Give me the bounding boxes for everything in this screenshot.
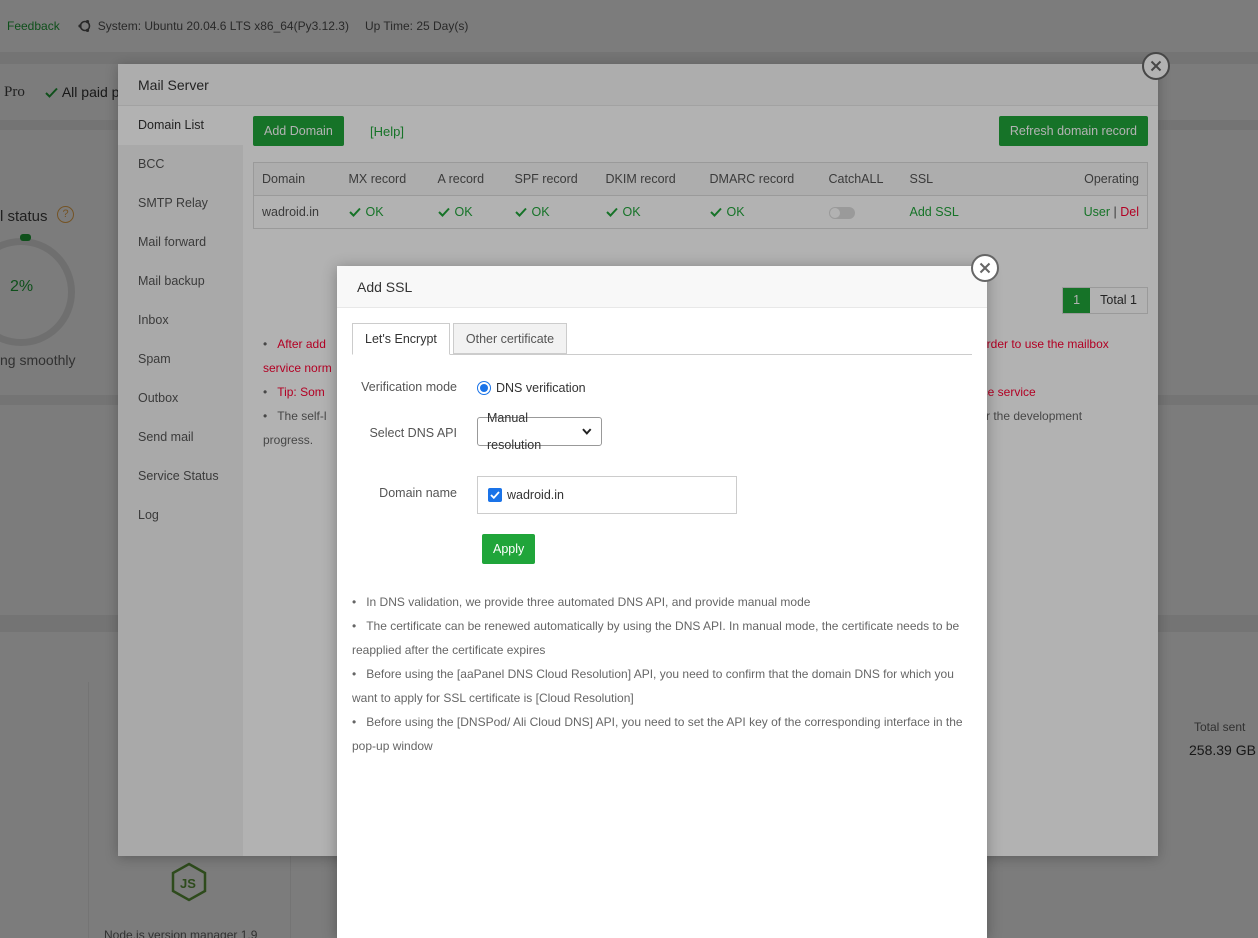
dns-api-select[interactable]: Manual resolution [477,411,602,452]
close-icon [979,262,991,274]
list-item: In DNS validation, we provide three auto… [352,590,972,614]
dns-verification-label: DNS verification [496,381,586,395]
apply-button[interactable]: Apply [482,534,536,564]
list-item: Before using the [aaPanel DNS Cloud Reso… [352,662,972,710]
add-ssl-title: Add SSL [337,266,987,308]
dns-api-label: Select DNS API [369,426,457,440]
list-item: Before using the [DNSPod/ Ali Cloud DNS]… [352,710,972,758]
domain-list-box: wadroid.in [477,476,737,514]
list-item: The certificate can be renewed automatic… [352,614,972,662]
ssl-tips-list: In DNS validation, we provide three auto… [352,590,972,758]
dns-api-value: Manual resolution [487,410,542,452]
check-icon [490,491,500,499]
dns-verification-radio[interactable]: DNS verification [477,381,586,395]
add-ssl-close-button[interactable] [971,254,999,282]
domain-name-label: Domain name [379,486,457,500]
domain-checkbox[interactable] [488,488,502,502]
tab-other-certificate[interactable]: Other certificate [452,323,568,354]
tab-lets-encrypt[interactable]: Let's Encrypt [352,323,450,355]
radio-checked[interactable] [477,381,491,395]
add-ssl-modal: Add SSL Let's Encrypt Other certificate … [337,266,987,938]
domain-checkbox-label: wadroid.in [507,488,564,502]
ssl-tabs: Let's Encrypt Other certificate [352,323,972,355]
chevron-down-icon [582,428,592,435]
verification-mode-label: Verification mode [361,380,457,394]
